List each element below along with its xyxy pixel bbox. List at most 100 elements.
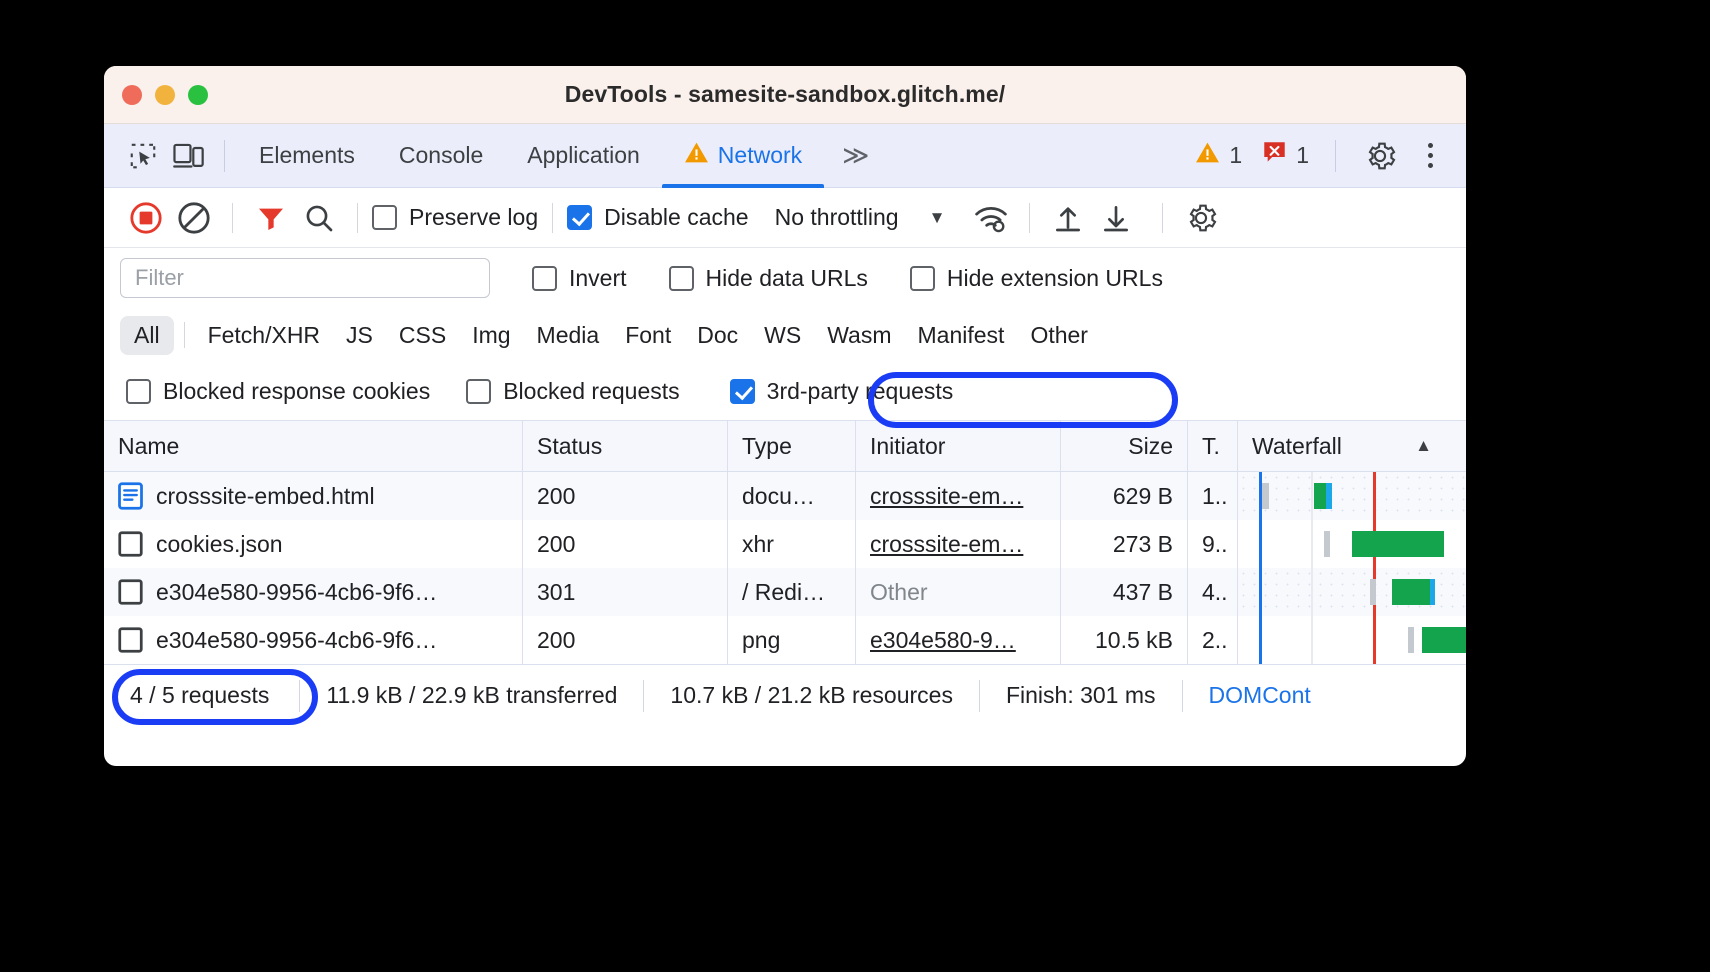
- request-time-cell: 1..: [1187, 472, 1237, 520]
- request-initiator-cell[interactable]: crosssite-em…: [855, 472, 1060, 520]
- network-settings-gear-icon[interactable]: [1177, 194, 1225, 242]
- type-filter-manifest[interactable]: Manifest: [905, 316, 1018, 355]
- summary-resources: 10.7 kB / 21.2 kB resources: [670, 682, 953, 708]
- tab-application[interactable]: Application: [505, 124, 662, 188]
- type-filter-all[interactable]: All: [120, 315, 174, 355]
- error-counter[interactable]: 1: [1256, 140, 1315, 171]
- request-initiator-cell[interactable]: e304e580-9…: [855, 616, 1060, 664]
- import-har-upload-icon[interactable]: [1044, 194, 1092, 242]
- checkbox-icon: [668, 265, 694, 291]
- dom-content-loaded-line: [1259, 520, 1262, 568]
- blocked-requests-label: Blocked requests: [503, 377, 680, 404]
- waterfall-bar: [1262, 483, 1332, 509]
- request-size-cell: 437 B: [1060, 568, 1187, 616]
- column-header-name[interactable]: Name: [104, 421, 522, 471]
- waterfall-bar: [1370, 579, 1466, 605]
- type-filter-js[interactable]: JS: [333, 316, 386, 355]
- window-title: DevTools - samesite-sandbox.glitch.me/: [564, 81, 1006, 107]
- throttling-select[interactable]: No throttling: [775, 204, 899, 231]
- request-time-cell: 4..: [1187, 568, 1237, 616]
- request-waterfall-cell[interactable]: [1237, 520, 1466, 568]
- waterfall-gridline: [1311, 616, 1313, 664]
- tab-console[interactable]: Console: [377, 124, 505, 188]
- type-filter-css[interactable]: CSS: [386, 316, 459, 355]
- table-row[interactable]: cookies.json 200 xhr crosssite-em… 273 B…: [104, 520, 1466, 568]
- column-header-status[interactable]: Status: [522, 421, 727, 471]
- column-header-waterfall[interactable]: Waterfall ▲: [1237, 421, 1466, 471]
- more-panels-button[interactable]: ≫: [824, 140, 884, 171]
- disable-cache-checkbox[interactable]: Disable cache: [567, 204, 749, 231]
- type-filter-doc[interactable]: Doc: [684, 316, 751, 355]
- hide-extension-urls-checkbox[interactable]: Hide extension URLs: [909, 264, 1163, 292]
- load-event-line: [1373, 472, 1376, 520]
- blocked-requests-checkbox[interactable]: Blocked requests: [466, 377, 680, 405]
- record-button-icon[interactable]: [122, 194, 170, 242]
- table-row[interactable]: e304e580-9956-4cb6-9f6… 200 png e304e580…: [104, 616, 1466, 664]
- filter-funnel-icon[interactable]: [247, 194, 295, 242]
- request-name-cell[interactable]: e304e580-9956-4cb6-9f6…: [104, 616, 522, 664]
- tab-network-label: Network: [717, 142, 803, 168]
- request-status-cell: 301: [522, 568, 727, 616]
- request-size-cell: 629 B: [1060, 472, 1187, 520]
- toolbar-divider: [552, 202, 554, 233]
- type-filter-wasm[interactable]: Wasm: [814, 316, 904, 355]
- zoom-window-button[interactable]: [188, 84, 208, 105]
- type-filter-img[interactable]: Img: [459, 316, 523, 355]
- tab-network[interactable]: Network: [661, 124, 825, 188]
- checkbox-icon: [567, 205, 593, 230]
- filter-input[interactable]: Filter: [120, 258, 490, 298]
- tab-elements-label: Elements: [259, 142, 355, 168]
- clear-button-icon[interactable]: [170, 194, 218, 242]
- invert-checkbox[interactable]: Invert: [532, 265, 627, 292]
- toolbar-divider: [183, 322, 185, 348]
- request-time-cell: 9..: [1187, 520, 1237, 568]
- warning-counter[interactable]: 1: [1189, 141, 1248, 170]
- export-har-download-icon[interactable]: [1092, 194, 1140, 242]
- waterfall-gridline: [1311, 520, 1313, 568]
- request-initiator-link[interactable]: crosssite-em…: [870, 531, 1023, 558]
- request-initiator-link[interactable]: crosssite-em…: [870, 483, 1023, 510]
- table-row[interactable]: e304e580-9956-4cb6-9f6… 301 / Redi… Othe…: [104, 568, 1466, 616]
- third-party-requests-checkbox[interactable]: 3rd-party requests: [729, 378, 953, 405]
- inspect-element-icon[interactable]: [120, 133, 166, 179]
- request-type-cell: xhr: [727, 520, 855, 568]
- column-header-time[interactable]: T.: [1187, 421, 1237, 471]
- request-name-cell[interactable]: crosssite-embed.html: [104, 472, 522, 520]
- type-filter-media[interactable]: Media: [524, 316, 613, 355]
- resource-type-filter-row: All Fetch/XHR JS CSS Img Media Font Doc …: [104, 308, 1466, 362]
- request-name-cell[interactable]: cookies.json: [104, 520, 522, 568]
- request-initiator-cell[interactable]: crosssite-em…: [855, 520, 1060, 568]
- document-icon: [118, 482, 143, 510]
- hide-data-urls-label: Hide data URLs: [705, 264, 868, 291]
- minimize-window-button[interactable]: [155, 84, 175, 105]
- request-waterfall-cell[interactable]: [1237, 616, 1466, 664]
- type-filter-ws[interactable]: WS: [751, 316, 814, 355]
- hide-data-urls-checkbox[interactable]: Hide data URLs: [668, 264, 868, 292]
- type-filter-fetch-xhr[interactable]: Fetch/XHR: [195, 316, 333, 355]
- blocked-response-cookies-checkbox[interactable]: Blocked response cookies: [126, 378, 430, 405]
- column-header-size[interactable]: Size: [1060, 421, 1187, 471]
- hide-extension-urls-label: Hide extension URLs: [946, 264, 1163, 291]
- devtools-more-options-icon[interactable]: [1412, 132, 1448, 180]
- request-initiator-link[interactable]: e304e580-9…: [870, 627, 1016, 654]
- close-window-button[interactable]: [122, 84, 142, 105]
- generic-file-icon: [118, 578, 143, 606]
- request-waterfall-cell[interactable]: [1237, 568, 1466, 616]
- generic-file-icon: [118, 530, 143, 558]
- type-filter-other[interactable]: Other: [1017, 316, 1101, 355]
- column-header-initiator[interactable]: Initiator: [855, 421, 1060, 471]
- tab-elements[interactable]: Elements: [237, 124, 377, 188]
- chevron-down-icon[interactable]: ▼: [929, 208, 946, 228]
- request-name-cell[interactable]: e304e580-9956-4cb6-9f6…: [104, 568, 522, 616]
- column-header-type[interactable]: Type: [727, 421, 855, 471]
- preserve-log-checkbox[interactable]: Preserve log: [372, 204, 538, 231]
- device-toolbar-icon[interactable]: [166, 133, 212, 179]
- waterfall-track: [1238, 568, 1466, 616]
- table-row[interactable]: crosssite-embed.html 200 docu… crosssite…: [104, 472, 1466, 520]
- network-conditions-wifi-icon[interactable]: [967, 194, 1015, 242]
- devtools-settings-gear-icon[interactable]: [1356, 132, 1404, 180]
- request-type-cell: docu…: [727, 472, 855, 520]
- type-filter-font[interactable]: Font: [612, 316, 684, 355]
- request-waterfall-cell[interactable]: [1237, 472, 1466, 520]
- search-icon[interactable]: [295, 194, 343, 242]
